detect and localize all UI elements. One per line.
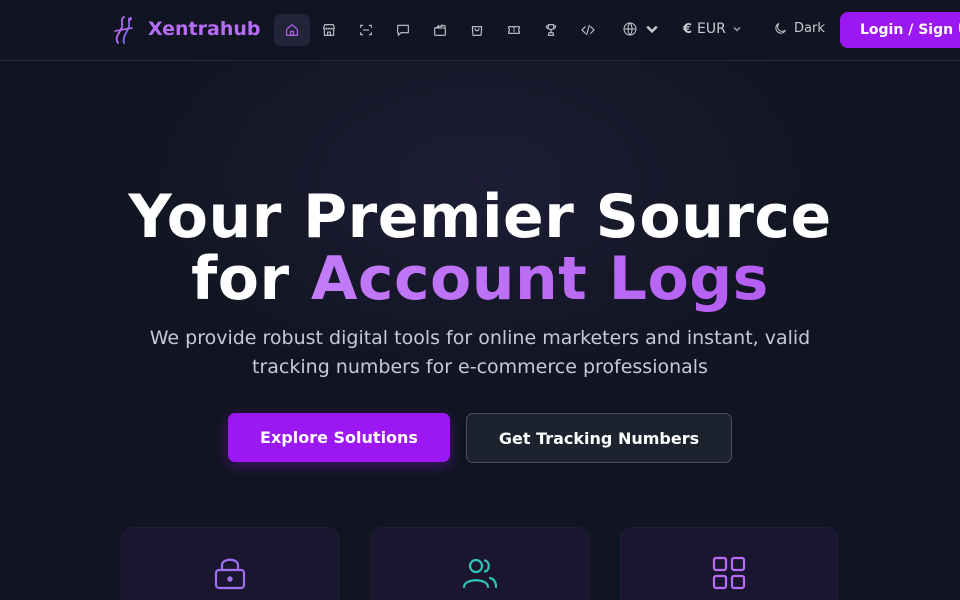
hero-title-line1: Your Premier Source [128,182,832,252]
chevron-down-icon [733,26,741,32]
moon-icon [775,23,786,34]
top-navbar: Xentrahub € EUR Dark Login / Sign [0,0,960,61]
currency-label: EUR [697,21,726,37]
hero-title-line2-prefix: for [191,244,311,314]
trophy-icon [545,24,557,36]
login-signup-button[interactable]: Login / Sign Up [840,12,960,48]
globe-icon [623,22,637,36]
hero-title: Your Premier Source for Account Logs [0,186,960,310]
nav-home[interactable] [274,14,310,46]
currency-symbol: € [683,21,693,37]
brand-mark-icon [114,16,133,44]
feature-card-catalog[interactable] [620,527,838,600]
nav-media[interactable] [422,14,458,46]
shopping-bag-icon [471,26,483,36]
grid-icon [712,556,746,590]
currency-selector[interactable]: € EUR [683,21,742,37]
brand-name: Xentrahub [148,18,261,40]
nav-store[interactable] [311,14,347,46]
nav-rewards[interactable] [533,14,569,46]
theme-label: Dark [794,21,825,36]
code-icon [581,24,595,36]
theme-toggle[interactable]: Dark [773,21,825,36]
chevron-down-icon [646,25,658,34]
nav-shop[interactable] [459,14,495,46]
main-nav [274,14,607,46]
nav-tickets[interactable] [496,14,532,46]
scan-icon [360,24,372,36]
nav-developers[interactable] [570,14,606,46]
home-icon [286,24,298,36]
users-icon [462,558,498,589]
clapperboard-icon [434,24,446,36]
brand-logo[interactable]: Xentrahub [110,15,260,45]
language-selector[interactable] [622,21,660,37]
nav-chat[interactable] [385,14,421,46]
get-tracking-numbers-button[interactable]: Get Tracking Numbers [466,413,732,463]
chat-icon [397,24,409,36]
feature-card-community[interactable] [371,527,589,600]
lock-icon [214,558,246,590]
store-icon [323,24,335,36]
hero-subtitle: We provide robust digital tools for onli… [149,327,811,378]
feature-card-security[interactable] [121,527,339,600]
nav-scan[interactable] [348,14,384,46]
hero-title-accent: Account Logs [310,244,769,314]
explore-solutions-button[interactable]: Explore Solutions [228,413,450,462]
ticket-icon [508,26,520,34]
